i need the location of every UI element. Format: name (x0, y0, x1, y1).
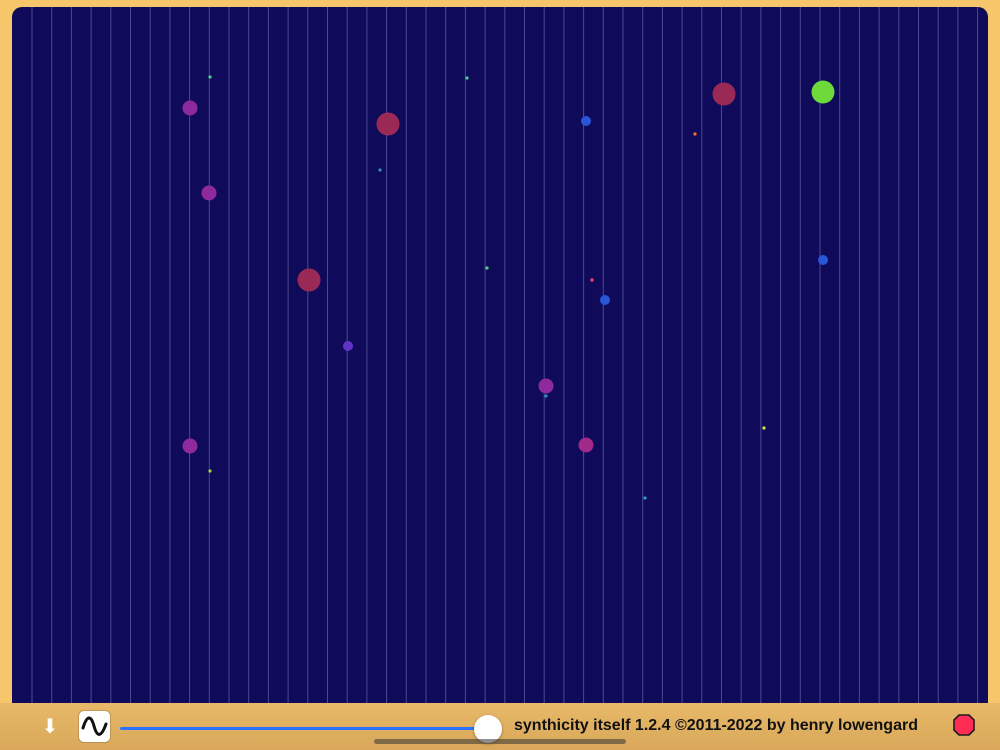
particle (811, 80, 835, 104)
stop-octagon-icon[interactable] (952, 713, 976, 737)
particle (590, 278, 594, 282)
particle (343, 341, 353, 351)
particle (581, 116, 591, 126)
particle (297, 268, 321, 292)
particle (818, 255, 828, 265)
particle (378, 168, 382, 172)
level-slider[interactable] (120, 715, 502, 743)
particle (762, 426, 766, 430)
app-title: synthicity itself 1.2.4 ©2011-2022 by he… (514, 717, 918, 734)
particle (182, 100, 198, 116)
particle (600, 295, 610, 305)
particle-field (182, 75, 835, 500)
particle (693, 132, 697, 136)
particle (485, 266, 489, 270)
particle (201, 185, 217, 201)
particle (544, 394, 548, 398)
synth-canvas[interactable] (12, 7, 988, 703)
home-indicator (374, 739, 626, 744)
particle (208, 469, 212, 473)
particle (182, 438, 198, 454)
download-arrow-icon[interactable]: ⬇ (38, 715, 62, 739)
slider-fill (120, 727, 488, 730)
particle (538, 378, 554, 394)
particle (465, 76, 469, 80)
waveform-button[interactable] (79, 711, 110, 742)
particle (376, 112, 400, 136)
particle (712, 82, 736, 106)
particle (643, 496, 647, 500)
app-frame: ⬇ synthicity itself 1.2.4 ©2011-2022 by … (0, 0, 1000, 750)
particle (208, 75, 212, 79)
particle (578, 437, 594, 453)
sine-wave-icon (81, 716, 108, 736)
